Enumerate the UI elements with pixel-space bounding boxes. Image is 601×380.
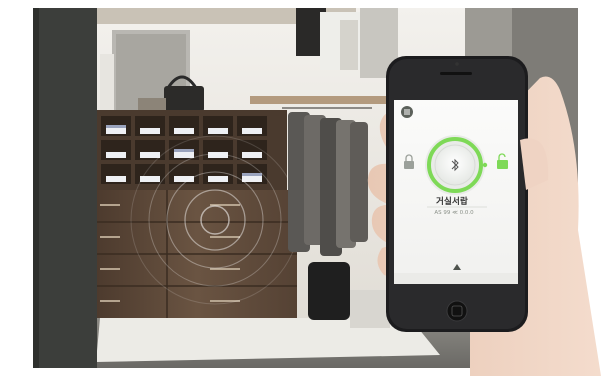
photo-scene bbox=[0, 0, 601, 376]
door-panel bbox=[33, 8, 97, 368]
hamburger-menu-icon bbox=[401, 106, 413, 118]
device-name-label: 거실서랍 bbox=[435, 197, 469, 207]
device-status-line: AS 99 ≪ 0.0.0 bbox=[434, 210, 474, 216]
handbag bbox=[164, 86, 204, 112]
floor-bag bbox=[308, 262, 350, 320]
hanging-clothes bbox=[288, 112, 368, 256]
